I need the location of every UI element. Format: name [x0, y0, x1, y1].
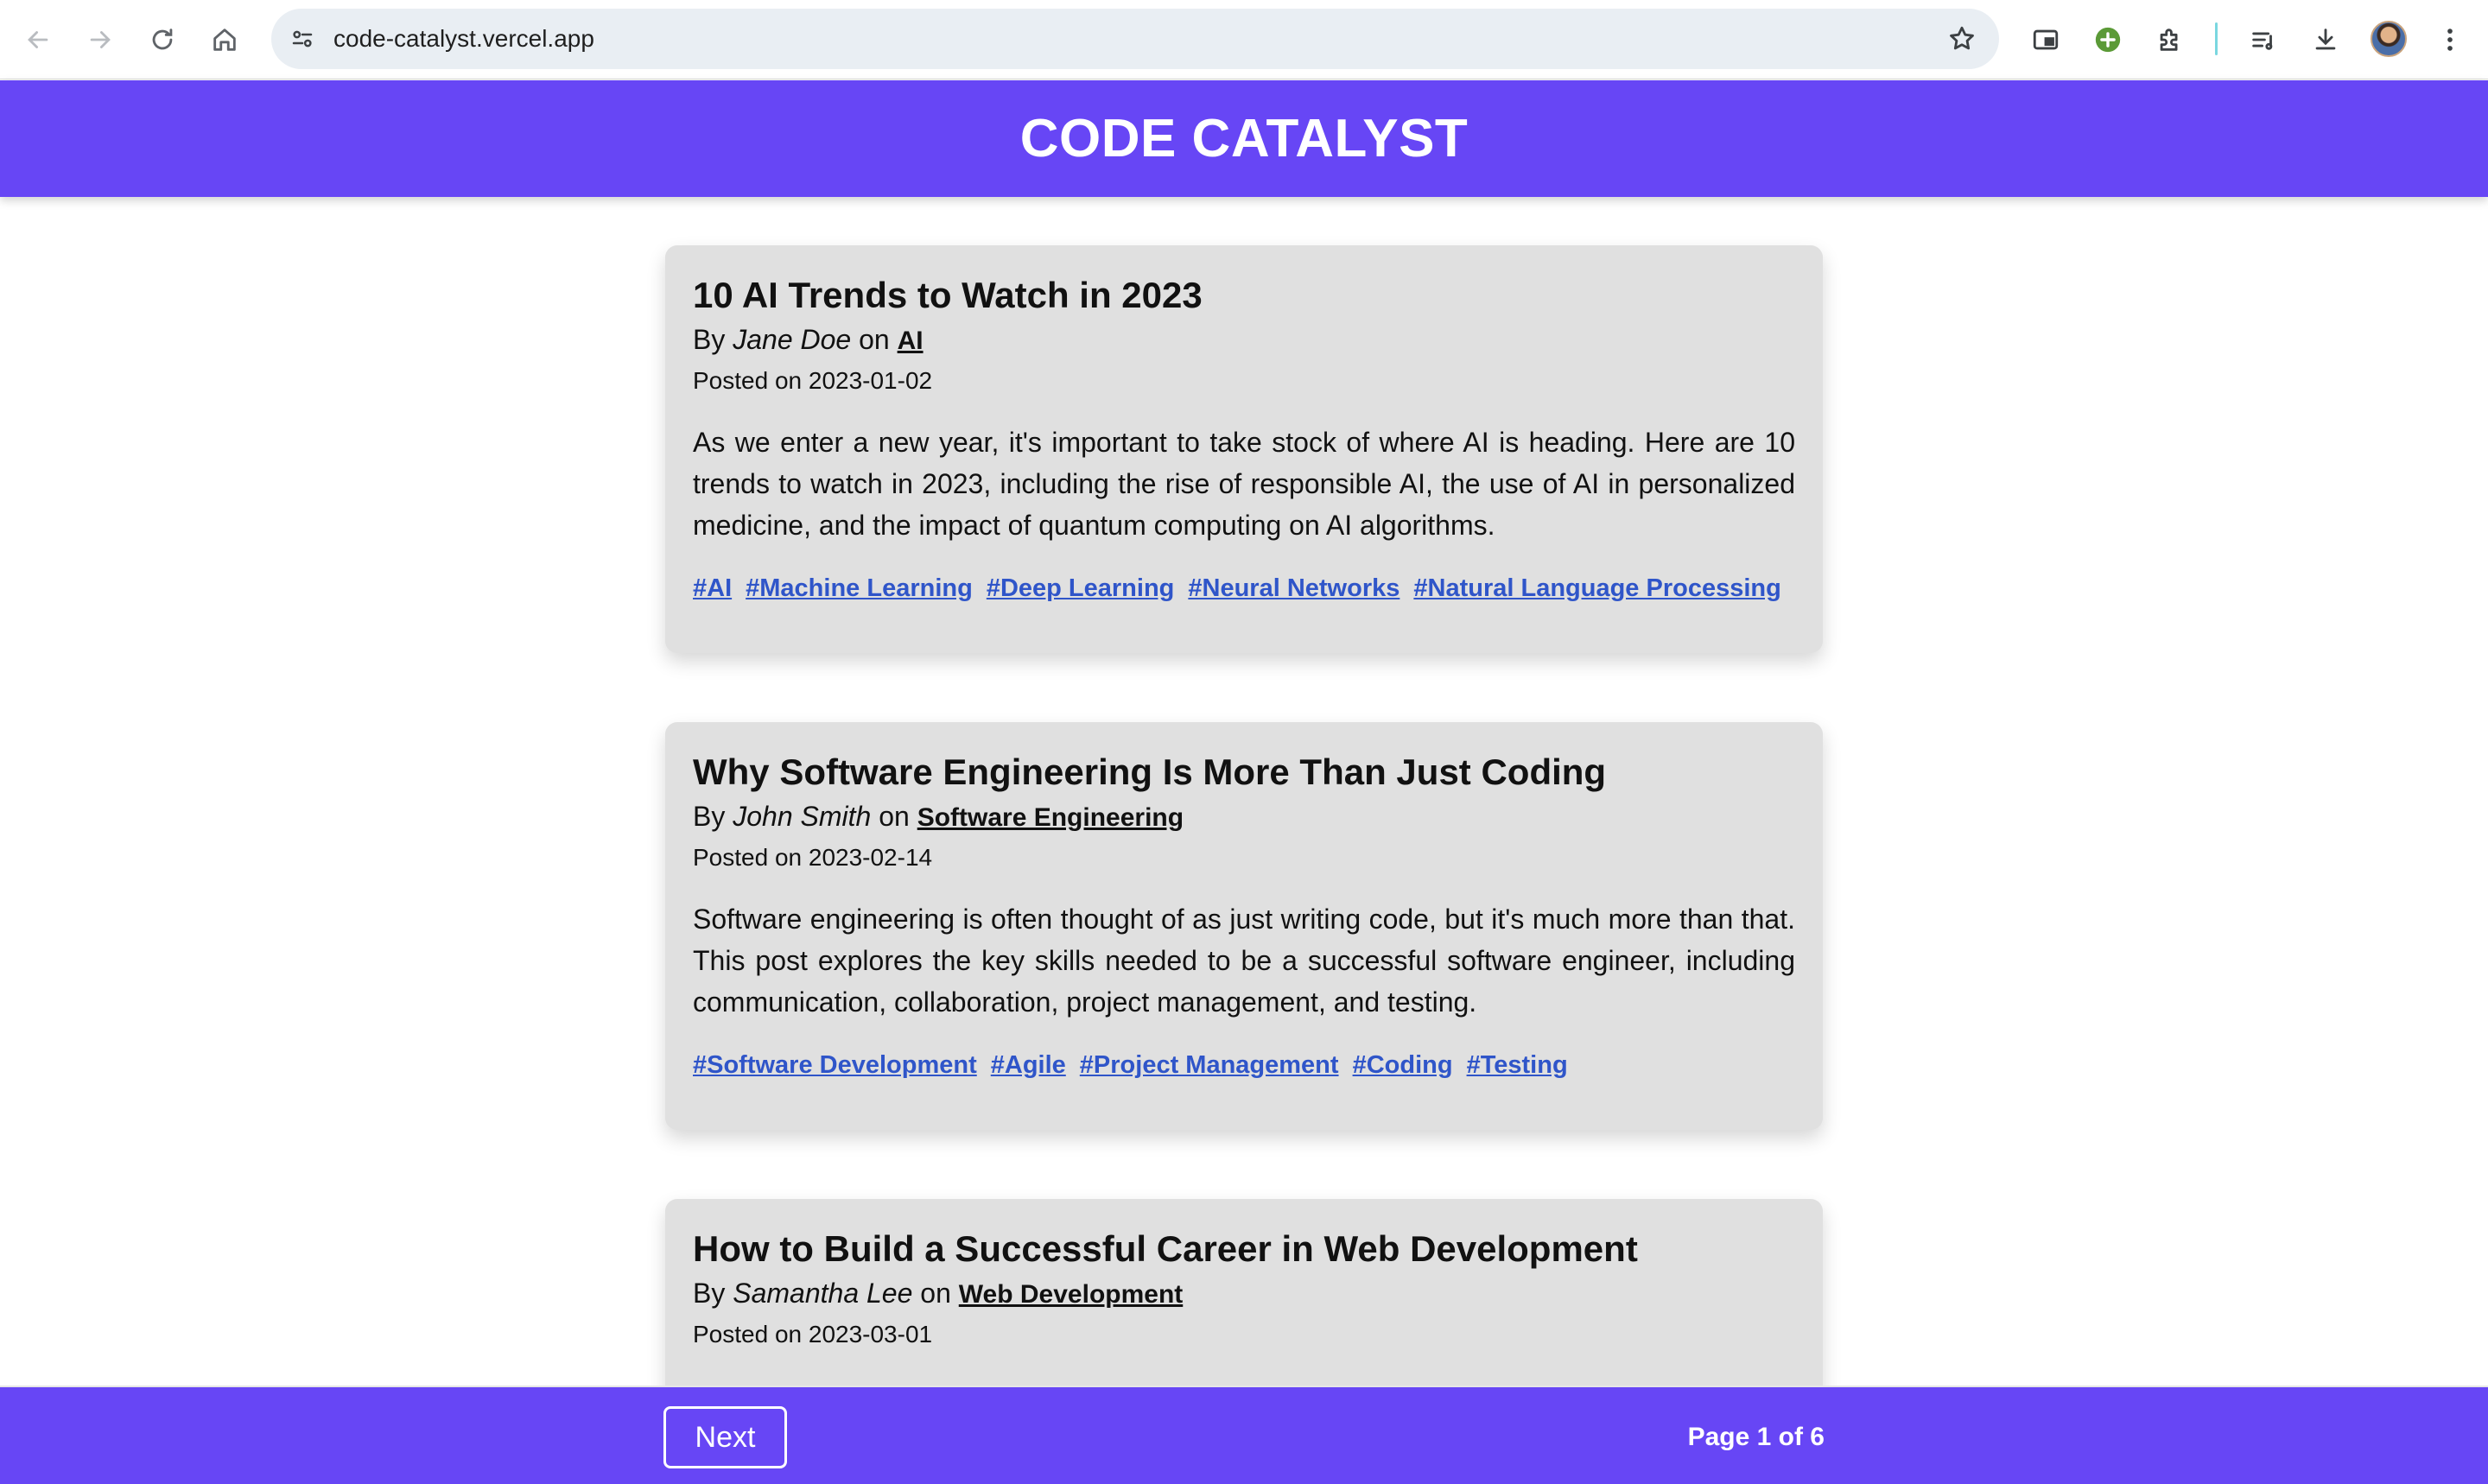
back-arrow-icon[interactable] — [14, 16, 62, 64]
tag-link[interactable]: #Project Management — [1080, 1049, 1339, 1081]
post-tags: #AI #Machine Learning #Deep Learning #Ne… — [693, 572, 1795, 605]
by-label: By — [693, 801, 726, 832]
post-title[interactable]: Why Software Engineering Is More Than Ju… — [693, 750, 1795, 795]
site-settings-icon[interactable] — [283, 20, 321, 58]
post-card: 10 AI Trends to Watch in 2023 By Jane Do… — [665, 245, 1823, 653]
post-meta: By John Smith on Software Engineering — [693, 798, 1795, 836]
post-author: Samantha Lee — [733, 1278, 913, 1309]
on-label: on — [879, 801, 910, 832]
reload-icon[interactable] — [138, 16, 187, 64]
url-text[interactable]: code-catalyst.vercel.app — [333, 24, 594, 54]
forward-arrow-icon[interactable] — [76, 16, 124, 64]
profile-avatar[interactable] — [2371, 21, 2407, 57]
tag-link[interactable]: #Deep Learning — [987, 572, 1175, 605]
post-date: Posted on 2023-02-14 — [693, 844, 933, 871]
tag-link[interactable]: #Coding — [1353, 1049, 1453, 1081]
extensions-puzzle-icon[interactable] — [2149, 19, 2191, 60]
site-title[interactable]: CODE CATALYST — [1020, 108, 1469, 169]
post-title[interactable]: 10 AI Trends to Watch in 2023 — [693, 273, 1795, 318]
page-indicator: Page 1 of 6 — [1687, 1423, 1825, 1451]
by-label: By — [693, 1278, 726, 1309]
post-category-link[interactable]: Web Development — [959, 1280, 1184, 1309]
pagination-bar: Next Page 1 of 6 — [0, 1386, 2488, 1484]
post-list: 10 AI Trends to Watch in 2023 By Jane Do… — [0, 197, 2488, 1386]
toolbar-divider — [2215, 22, 2218, 55]
tag-link[interactable]: #AI — [693, 572, 732, 605]
reading-list-icon[interactable] — [2243, 19, 2284, 60]
tag-link[interactable]: #Machine Learning — [746, 572, 973, 605]
more-menu-icon[interactable] — [2429, 19, 2471, 60]
home-icon[interactable] — [200, 16, 249, 64]
post-category-link[interactable]: Software Engineering — [917, 803, 1184, 832]
by-label: By — [693, 324, 726, 355]
tag-link[interactable]: #Neural Networks — [1188, 572, 1400, 605]
post-date: Posted on 2023-01-02 — [693, 367, 933, 394]
site-header: CODE CATALYST — [0, 80, 2488, 197]
post-date: Posted on 2023-03-01 — [693, 1321, 933, 1348]
post-card: How to Build a Successful Career in Web … — [665, 1199, 1823, 1386]
post-author: Jane Doe — [733, 324, 852, 355]
browser-toolbar: code-catalyst.vercel.app — [0, 0, 2488, 79]
on-label: on — [920, 1278, 951, 1309]
tag-link[interactable]: #Testing — [1467, 1049, 1568, 1081]
bookmark-star-icon[interactable] — [1944, 21, 1980, 57]
extension-add-icon[interactable] — [2087, 19, 2129, 60]
post-excerpt: As we enter a new year, it's important t… — [693, 427, 1795, 541]
post-author: John Smith — [733, 801, 872, 832]
post-category-link[interactable]: AI — [898, 327, 923, 355]
tag-link[interactable]: #Agile — [991, 1049, 1066, 1081]
next-page-button[interactable]: Next — [663, 1406, 787, 1468]
post-meta: By Samantha Lee on Web Development — [693, 1275, 1795, 1313]
picture-in-picture-icon[interactable] — [2025, 19, 2066, 60]
on-label: on — [859, 324, 890, 355]
download-icon[interactable] — [2305, 19, 2346, 60]
post-excerpt: Software engineering is often thought of… — [693, 904, 1795, 1018]
tag-link[interactable]: #Software Development — [693, 1049, 977, 1081]
post-title[interactable]: How to Build a Successful Career in Web … — [693, 1227, 1795, 1272]
tag-link[interactable]: #Natural Language Processing — [1413, 572, 1780, 605]
post-meta: By Jane Doe on AI — [693, 321, 1795, 359]
address-bar[interactable]: code-catalyst.vercel.app — [271, 9, 1999, 69]
post-card: Why Software Engineering Is More Than Ju… — [665, 722, 1823, 1130]
post-tags: #Software Development #Agile #Project Ma… — [693, 1049, 1795, 1081]
